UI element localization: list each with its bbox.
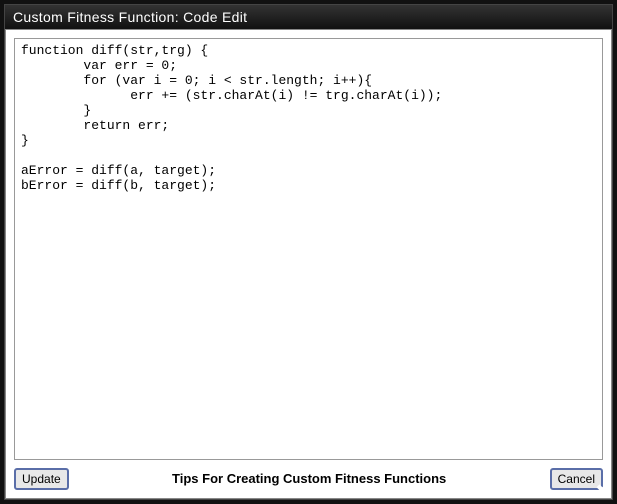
dialog-titlebar: Custom Fitness Function: Code Edit	[5, 5, 612, 29]
dialog-body: Update Tips For Creating Custom Fitness …	[5, 29, 612, 499]
fitness-code-textarea[interactable]	[14, 38, 603, 460]
footer-center: Tips For Creating Custom Fitness Functio…	[77, 470, 542, 488]
code-edit-dialog: Custom Fitness Function: Code Edit Updat…	[4, 4, 613, 500]
tips-link[interactable]: Tips For Creating Custom Fitness Functio…	[172, 471, 446, 486]
update-button[interactable]: Update	[14, 468, 69, 490]
dialog-footer: Update Tips For Creating Custom Fitness …	[14, 460, 603, 490]
close-icon[interactable]: ✖	[596, 484, 609, 500]
dialog-title: Custom Fitness Function: Code Edit	[13, 9, 247, 25]
